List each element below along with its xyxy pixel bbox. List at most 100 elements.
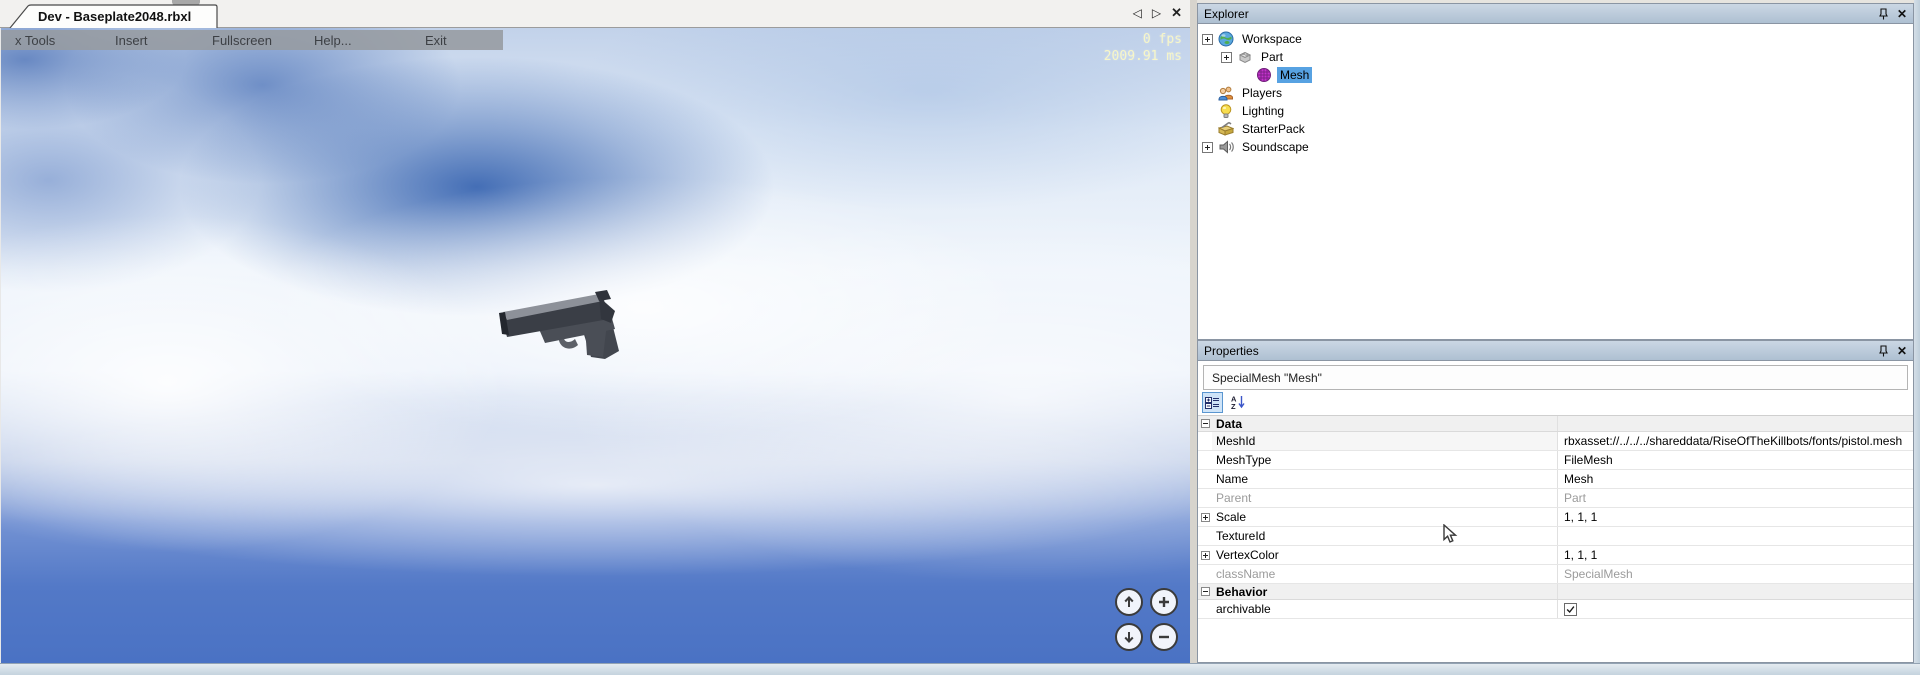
properties-title: Properties (1204, 344, 1879, 358)
window-bottom-border (0, 663, 1920, 675)
properties-body: SpecialMesh "Mesh" A (1198, 365, 1913, 665)
property-value[interactable]: SpecialMesh (1558, 565, 1913, 583)
explorer-header[interactable]: Explorer ✕ (1198, 4, 1913, 24)
tree-item-lighting[interactable]: Lighting (1198, 102, 1913, 120)
property-row-name[interactable]: Name Mesh (1198, 470, 1913, 489)
pin-icon[interactable] (1879, 8, 1888, 20)
document-tab[interactable]: Dev - Baseplate2048.rbxl (8, 3, 220, 29)
az-sort-icon: A Z (1231, 395, 1246, 410)
property-name: Scale (1212, 508, 1558, 526)
tab-scroll-left-icon[interactable]: ◁ (1133, 6, 1142, 20)
property-row-meshtype[interactable]: MeshType FileMesh (1198, 451, 1913, 470)
expand-plus-icon[interactable] (1202, 34, 1213, 45)
menu-item-exit[interactable]: Exit (425, 33, 447, 48)
explorer-tree: Workspace Part Mesh Players Lighting Sta… (1198, 24, 1913, 156)
properties-close-icon[interactable]: ✕ (1897, 345, 1907, 357)
players-icon (1218, 85, 1234, 101)
archivable-checkbox[interactable] (1564, 603, 1577, 616)
property-row-classname[interactable]: className SpecialMesh (1198, 565, 1913, 584)
zoom-in-button[interactable] (1150, 588, 1178, 616)
expand-plus-icon[interactable] (1201, 513, 1210, 522)
tree-item-label: StarterPack (1239, 121, 1308, 137)
tree-item-label: Soundscape (1239, 139, 1312, 155)
camera-up-button[interactable] (1115, 588, 1143, 616)
property-row-textureid[interactable]: TextureId (1198, 527, 1913, 546)
zoom-out-button[interactable] (1150, 623, 1178, 651)
property-value (1558, 584, 1913, 599)
frame-time-value: 2009.91 ms (1104, 48, 1182, 65)
property-value[interactable]: Mesh (1558, 470, 1913, 488)
selected-object-box[interactable]: SpecialMesh "Mesh" (1203, 365, 1908, 390)
plus-icon (1157, 595, 1171, 609)
property-row-archivable[interactable]: archivable (1198, 600, 1913, 619)
camera-controls (1115, 588, 1178, 651)
tree-item-players[interactable]: Players (1198, 84, 1913, 102)
menu-item-help[interactable]: Help... (314, 33, 352, 48)
mesh-icon (1256, 67, 1272, 83)
tree-item-label: Mesh (1277, 67, 1312, 83)
tree-item-label: Workspace (1239, 31, 1305, 47)
property-name: archivable (1212, 600, 1558, 618)
property-name: className (1212, 565, 1558, 583)
tree-item-starterpack[interactable]: StarterPack (1198, 120, 1913, 138)
tab-close-icon[interactable]: ✕ (1171, 6, 1182, 20)
pin-icon[interactable] (1879, 345, 1888, 357)
property-row-scale[interactable]: Scale 1, 1, 1 (1198, 508, 1913, 527)
explorer-title: Explorer (1204, 7, 1879, 21)
menu-item-xtools[interactable]: x Tools (15, 33, 55, 48)
collapse-minus-icon[interactable] (1201, 419, 1210, 428)
panel-splitter[interactable] (1190, 0, 1197, 663)
property-name: MeshType (1212, 451, 1558, 469)
section-row-behavior[interactable]: Behavior (1198, 584, 1913, 600)
tab-controls: ◁ ▷ ✕ (1133, 6, 1182, 20)
camera-down-button[interactable] (1115, 623, 1143, 651)
selected-object-label: SpecialMesh "Mesh" (1212, 371, 1322, 385)
alphabetical-sort-button[interactable]: A Z (1228, 392, 1249, 413)
dock-pane: Explorer ✕ Workspace Part Mesh Players (1197, 0, 1914, 663)
property-row-parent[interactable]: Parent Part (1198, 489, 1913, 508)
tab-scroll-right-icon[interactable]: ▷ (1152, 6, 1161, 20)
tree-item-soundscape[interactable]: Soundscape (1198, 138, 1913, 156)
tree-item-mesh-selected[interactable]: Mesh (1198, 66, 1913, 84)
property-row-vertexcolor[interactable]: VertexColor 1, 1, 1 (1198, 546, 1913, 565)
3d-viewport[interactable]: x Tools Insert Fullscreen Help... Exit 0 fps… (0, 28, 1190, 663)
lighting-icon (1218, 103, 1234, 119)
explorer-close-icon[interactable]: ✕ (1897, 8, 1907, 20)
property-name: Name (1212, 470, 1558, 488)
tree-item-label: Lighting (1239, 103, 1287, 119)
property-name: TextureId (1212, 527, 1558, 545)
property-value[interactable]: 1, 1, 1 (1558, 508, 1913, 526)
game-menu-bar: x Tools Insert Fullscreen Help... Exit (1, 30, 503, 50)
property-value[interactable]: Part (1558, 489, 1913, 507)
expand-plus-icon[interactable] (1221, 52, 1232, 63)
tree-item-part[interactable]: Part (1198, 48, 1913, 66)
tree-item-label: Players (1239, 85, 1285, 101)
property-value[interactable]: FileMesh (1558, 451, 1913, 469)
pistol-mesh-model[interactable] (481, 275, 641, 365)
tree-item-label: Part (1258, 49, 1286, 65)
svg-text:Z: Z (1231, 402, 1236, 410)
property-row-meshid[interactable]: MeshId rbxasset://../../../shareddata/Ri… (1198, 432, 1913, 451)
explorer-panel: Explorer ✕ Workspace Part Mesh Players (1197, 3, 1914, 340)
categorized-view-icon (1205, 396, 1220, 410)
property-value[interactable]: 1, 1, 1 (1558, 546, 1913, 564)
section-row-data[interactable]: Data (1198, 416, 1913, 432)
properties-panel: Properties ✕ SpecialMesh "Mesh" (1197, 340, 1914, 663)
expand-plus-icon[interactable] (1202, 142, 1213, 153)
expand-plus-icon[interactable] (1201, 551, 1210, 560)
properties-header[interactable]: Properties ✕ (1198, 341, 1913, 361)
collapse-minus-icon[interactable] (1201, 587, 1210, 596)
menu-item-insert[interactable]: Insert (115, 33, 148, 48)
document-tab-bar: Dev - Baseplate2048.rbxl ◁ ▷ ✕ (0, 0, 1190, 28)
property-value[interactable] (1558, 600, 1913, 618)
minus-icon (1157, 630, 1171, 644)
property-name: MeshId (1212, 432, 1558, 450)
up-arrow-icon (1122, 595, 1136, 609)
fps-value: 0 fps (1104, 31, 1182, 48)
property-value[interactable]: rbxasset://../../../shareddata/RiseOfThe… (1558, 432, 1913, 450)
property-value[interactable] (1558, 527, 1913, 545)
tab-title: Dev - Baseplate2048.rbxl (38, 9, 191, 24)
menu-item-fullscreen[interactable]: Fullscreen (212, 33, 272, 48)
tree-item-workspace[interactable]: Workspace (1198, 30, 1913, 48)
categorized-view-button[interactable] (1202, 392, 1223, 413)
